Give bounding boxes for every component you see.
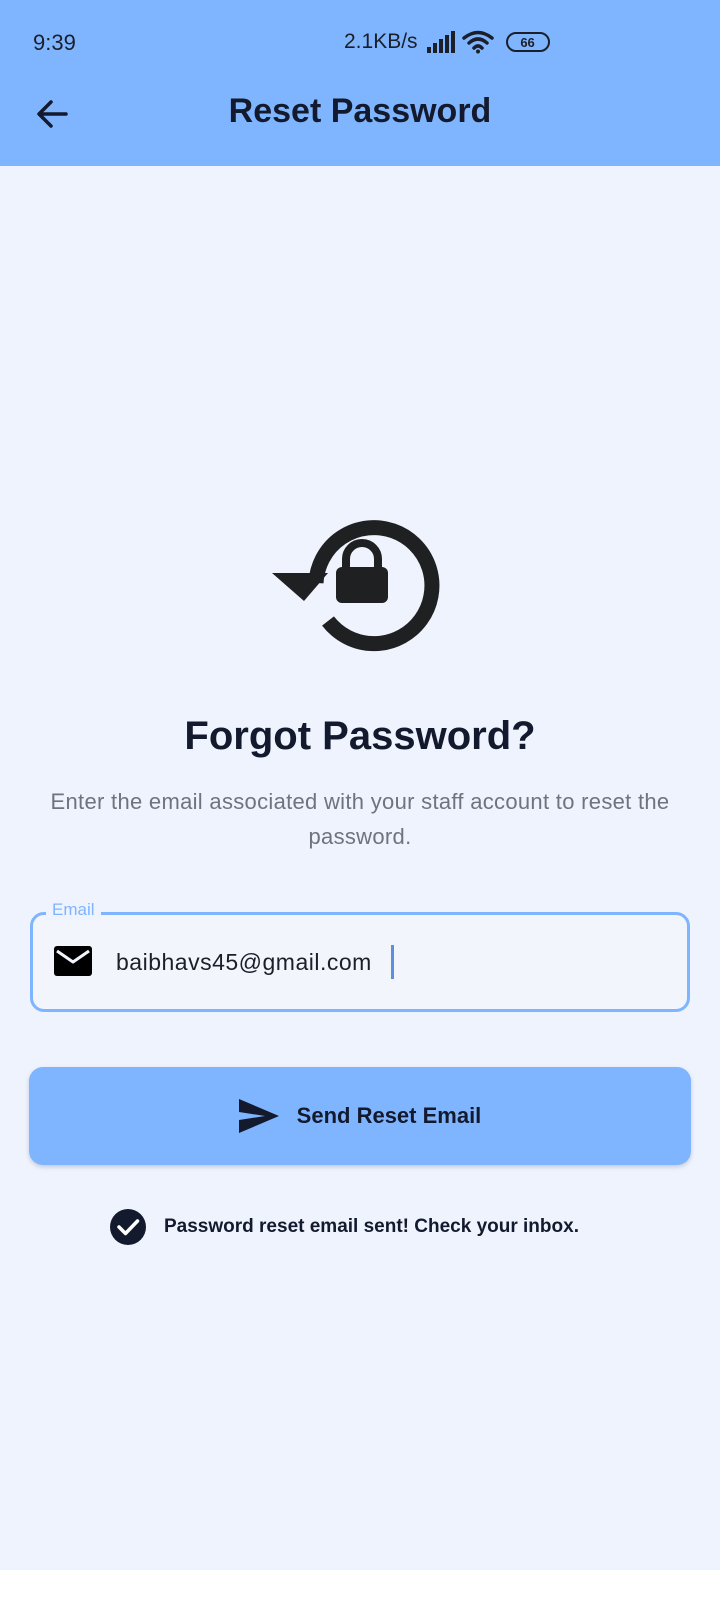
page-title: Reset Password [228,92,492,130]
instructions-text: Enter the email associated with your sta… [50,789,670,849]
send-reset-email-button[interactable]: Send Reset Email [29,1067,691,1165]
lock-reset-icon [272,520,440,652]
success-message: Password reset email sent! Check your in… [110,1207,579,1247]
send-button-label: Send Reset Email [296,1103,482,1128]
wifi-icon [461,30,494,54]
send-icon [238,1099,279,1133]
reset-password-screen: 9:39 2.1KB/s 66 Reset Password Forgot Pa… [0,0,720,1600]
network-speed: 2.1KB/s [344,30,418,53]
text-cursor [391,945,394,979]
status-time: 9:39 [33,30,76,55]
email-input[interactable] [116,942,656,982]
battery-icon: 66 [505,32,550,52]
success-text: Password reset email sent! Check your in… [164,1216,579,1237]
email-field-label: Email [46,900,101,920]
check-circle-icon [110,1209,146,1245]
app-header: 9:39 2.1KB/s 66 Reset Password [0,0,720,166]
bottom-band [0,1570,720,1600]
status-bar-right: 2.1KB/s 66 [344,28,550,56]
forgot-password-heading: Forgot Password? [184,714,536,758]
signal-icon [426,31,455,53]
mail-icon [54,946,92,976]
